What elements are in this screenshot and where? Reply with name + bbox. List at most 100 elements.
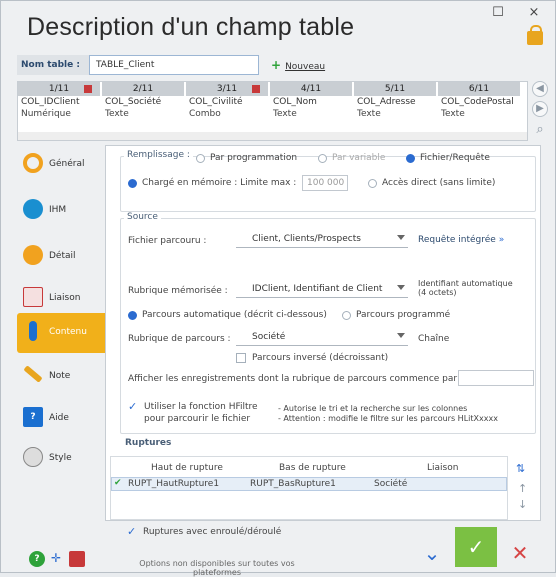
radio-variable[interactable] — [318, 154, 327, 163]
sidebar-item-contenu[interactable]: Contenu — [17, 313, 105, 353]
close-button[interactable]: × — [523, 5, 545, 23]
radio-parcours-auto-label: Parcours automatique (décrit ci-dessous) — [142, 310, 327, 320]
rubrique-memorisee-label: Rubrique mémorisée : — [128, 286, 228, 296]
column-index: 2/11 — [102, 82, 184, 96]
column-name: COL_Société — [105, 97, 162, 107]
octets-label: (4 octets) — [418, 288, 457, 297]
hfiltre-label-1: Utiliser la fonction HFiltre — [144, 402, 258, 412]
palette-icon — [23, 447, 43, 467]
plus-icon[interactable]: ✛ — [51, 551, 61, 565]
fichier-parcouru-combo[interactable]: Client, Clients/Prospects — [236, 230, 408, 248]
sidebar-item-label: Contenu — [49, 327, 87, 337]
rubrique-parcours-combo[interactable]: Société — [236, 328, 408, 346]
sidebar-item-label: Style — [49, 453, 72, 463]
columns-grid[interactable]: 1/11 COL_IDClient Numérique 2/11 COL_Soc… — [17, 81, 528, 141]
down-chevron-button[interactable]: ⌄ — [411, 533, 453, 573]
tool-icon[interactable] — [69, 551, 85, 567]
column-index: 5/11 — [354, 82, 436, 96]
move-up-icon[interactable]: ↑ — [518, 482, 527, 495]
key-flag-icon — [252, 85, 260, 93]
radio-parcours-programme[interactable] — [342, 311, 351, 320]
options-note-1: Options non disponibles sur toutes vos — [139, 559, 295, 568]
hfiltre-note-1: - Autorise le tri et la recherche sur le… — [278, 404, 468, 413]
radio-programmation-label: Par programmation — [210, 153, 298, 163]
hfiltre-checkbox[interactable]: ✓ — [128, 400, 137, 413]
circle-icon — [23, 245, 43, 265]
fichier-parcouru-label: Fichier parcouru : — [128, 236, 207, 246]
table-name-input[interactable]: TABLE_Client — [89, 55, 259, 75]
sidebar-item-label: IHM — [49, 205, 67, 215]
limite-max-input[interactable]: 100 000 — [302, 175, 348, 191]
radio-parcours-programme-label: Parcours programmé — [356, 310, 451, 320]
search-icon[interactable]: ⌕ — [532, 123, 548, 139]
window: Description d'un champ table ☐ × Nom tab… — [0, 0, 556, 577]
col-liaison-header: Liaison — [427, 463, 459, 473]
content-panel: Remplissage : Par programmation Par vari… — [105, 145, 541, 521]
column-type: Combo — [189, 109, 221, 119]
chaine-label: Chaîne — [418, 334, 450, 344]
column-type: Texte — [357, 109, 381, 119]
plus-icon: + — [271, 58, 282, 72]
column-index: 6/11 — [438, 82, 520, 96]
column-name: COL_Adresse — [357, 97, 416, 107]
hfiltre-label-2: pour parcourir le fichier — [144, 414, 251, 424]
new-button[interactable]: + Nouveau — [271, 57, 325, 73]
column-name: COL_CodePostal — [441, 97, 514, 107]
document-icon — [23, 287, 43, 307]
minimize-button[interactable]: ☐ — [487, 5, 509, 23]
fichier-parcouru-value: Client, Clients/Prospects — [252, 234, 361, 244]
requete-integree-button[interactable]: Requête intégrée » — [418, 235, 504, 245]
help-icon: ? — [23, 407, 43, 427]
afficher-input[interactable] — [458, 370, 534, 386]
column-index: 4/11 — [270, 82, 352, 96]
radio-fichier[interactable] — [406, 154, 415, 163]
cancel-button[interactable]: ✕ — [499, 533, 541, 573]
previous-icon[interactable]: ◀ — [532, 81, 548, 97]
sidebar-item-detail[interactable]: Détail — [17, 237, 105, 277]
radio-variable-label: Par variable — [332, 153, 386, 163]
titlebar: Description d'un champ table ☐ × — [1, 1, 555, 53]
radio-parcours-auto[interactable] — [128, 311, 137, 320]
sidebar-item-label: Aide — [49, 413, 69, 423]
grid-scrollbar[interactable] — [18, 132, 527, 140]
rubrique-memorisee-combo[interactable]: IDClient, Identifiant de Client — [236, 280, 408, 298]
column-type: Texte — [273, 109, 297, 119]
parcours-inverse-label: Parcours inversé (décroissant) — [252, 353, 389, 363]
radio-charge-memoire[interactable] — [128, 179, 137, 188]
rubrique-memorisee-value: IDClient, Identifiant de Client — [252, 284, 383, 294]
next-icon[interactable]: ▶ — [532, 101, 548, 117]
sidebar-item-general[interactable]: Général — [17, 145, 105, 185]
column-type: Texte — [441, 109, 465, 119]
row-bas: RUPT_BasRupture1 — [250, 479, 336, 489]
radio-programmation[interactable] — [196, 154, 205, 163]
table-name-label: Nom table : — [17, 55, 89, 75]
identifiant-auto-label: Identifiant automatique — [418, 279, 513, 288]
source-title: Source — [124, 212, 161, 222]
help-icon[interactable]: ? — [29, 551, 45, 567]
circle-outline-icon — [23, 153, 43, 173]
col-bas-header: Bas de rupture — [279, 463, 346, 473]
move-down-icon[interactable]: ↓ — [518, 498, 527, 511]
radio-acces-direct[interactable] — [368, 179, 377, 188]
rubrique-parcours-value: Société — [252, 332, 286, 342]
table-row[interactable]: ✔ RUPT_HautRupture1 RUPT_BasRupture1 Soc… — [111, 477, 507, 491]
sidebar-item-ihm[interactable]: IHM — [17, 191, 105, 231]
ruptures-table[interactable]: Haut de rupture Bas de rupture Liaison ✔… — [110, 456, 508, 520]
sidebar-item-style[interactable]: Style — [17, 439, 105, 479]
key-flag-icon — [84, 85, 92, 93]
sidebar: Général IHM Détail Liaison Contenu Note … — [17, 145, 105, 521]
sidebar-item-label: Note — [49, 371, 71, 381]
parcours-inverse-checkbox[interactable] — [236, 353, 246, 363]
sidebar-item-note[interactable]: Note — [17, 357, 105, 397]
afficher-label: Afficher les enregistrements dont la rub… — [128, 374, 464, 384]
ok-button[interactable]: ✓ — [455, 527, 497, 567]
check-icon: ✔ — [114, 478, 122, 488]
sidebar-item-aide[interactable]: ? Aide — [17, 399, 105, 439]
column-name: COL_IDClient — [21, 97, 80, 107]
pencil-icon — [23, 365, 43, 383]
window-title: Description d'un champ table — [27, 13, 355, 41]
column-type: Numérique — [21, 109, 71, 119]
ruptures-settings-icon[interactable]: ⇅ — [516, 462, 525, 475]
column-name: COL_Nom — [273, 97, 317, 107]
rubrique-parcours-label: Rubrique de parcours : — [128, 334, 231, 344]
